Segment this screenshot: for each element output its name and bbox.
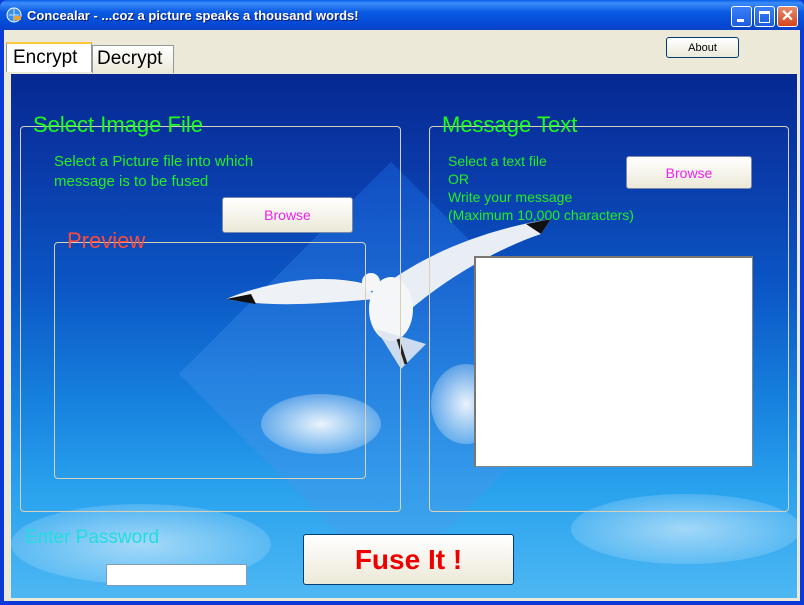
message-instruction-line4: (Maximum 10,000 characters) [448, 207, 634, 223]
message-instruction-line1: Select a text file [448, 153, 547, 169]
window-title: Concealar - ...coz a picture speaks a th… [27, 8, 359, 23]
image-instruction-line1: Select a Picture file into which [54, 153, 254, 170]
message-instruction-line3: Write your message [448, 189, 573, 205]
tab-decrypt[interactable]: Decrypt [92, 45, 174, 73]
image-instruction-line2: message is to be fused [54, 173, 209, 190]
preview-title: Preview [67, 228, 146, 253]
browse-image-button[interactable]: Browse [222, 197, 353, 233]
about-button[interactable]: About [666, 37, 739, 58]
encrypt-panel: Select Image File Select a Picture file … [11, 74, 797, 598]
fuse-button[interactable]: Fuse It ! [303, 534, 514, 585]
maximize-button[interactable] [754, 6, 775, 27]
app-window: Concealar - ...coz a picture speaks a th… [0, 0, 804, 605]
close-icon: ✕ [780, 8, 795, 25]
app-icon [6, 7, 22, 23]
preview-group: Preview [54, 228, 366, 479]
browse-text-button[interactable]: Browse [626, 156, 752, 189]
password-label: Enter Password [25, 527, 160, 548]
message-instruction-line2: OR [448, 171, 469, 187]
title-bar[interactable]: Concealar - ...coz a picture speaks a th… [0, 0, 804, 30]
tab-encrypt[interactable]: Encrypt [6, 42, 92, 72]
close-button[interactable]: ✕ [777, 6, 798, 27]
message-text-title: Message Text [442, 112, 578, 137]
password-input[interactable] [106, 564, 247, 586]
select-image-title: Select Image File [33, 112, 203, 137]
minimize-button[interactable] [731, 6, 752, 27]
message-textarea[interactable] [474, 256, 753, 467]
client-area: About Decrypt Encrypt Select Image File [4, 30, 800, 601]
